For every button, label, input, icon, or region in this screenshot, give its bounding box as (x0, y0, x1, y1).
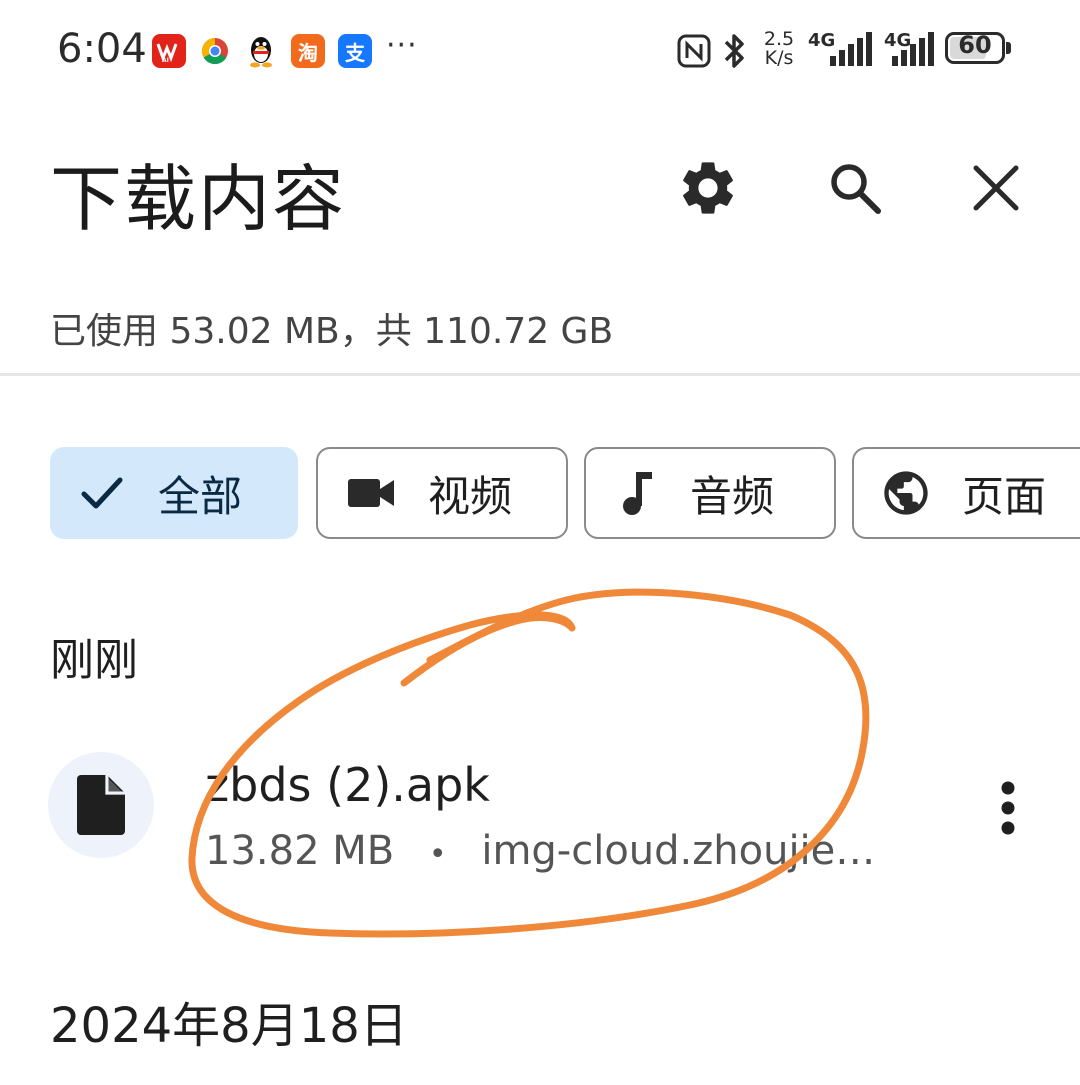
filter-chip-video[interactable]: 视频 (316, 447, 568, 539)
more-vert-icon (1001, 781, 1015, 835)
filter-chip-label: 视频 (428, 471, 513, 521)
status-time: 6:04 (57, 26, 147, 72)
sim1-label: 4G (808, 30, 836, 51)
net-speed-unit: K/s (764, 47, 794, 69)
meta-separator: • (428, 837, 447, 872)
download-file-name[interactable]: zbds (2).apk (205, 758, 490, 812)
signal-sim1: 4G (808, 30, 874, 74)
gear-icon (683, 162, 733, 214)
wps-icon: AI (152, 34, 186, 68)
file-icon (77, 775, 125, 835)
download-file-meta: 13.82 MB • img-cloud.zhoujie… (205, 828, 875, 874)
file-size: 13.82 MB (205, 828, 395, 874)
more-notifications-icon: ··· (386, 28, 418, 63)
file-source: img-cloud.zhoujie… (481, 828, 876, 874)
nfc-icon (677, 34, 711, 72)
videocam-icon (348, 479, 394, 507)
filter-chip-pages[interactable]: 页面 (852, 447, 1080, 539)
chrome-icon (198, 34, 232, 68)
search-button[interactable] (817, 150, 893, 226)
filter-chip-label: 页面 (962, 471, 1047, 521)
check-icon (81, 477, 123, 509)
globe-icon (884, 471, 928, 515)
signal-sim2: 4G (884, 30, 936, 74)
qq-penguin-icon (244, 34, 278, 68)
search-icon (831, 164, 881, 214)
section-header: 2024年8月18日 (50, 998, 408, 1054)
battery-icon: 60 (945, 31, 1015, 68)
page-title: 下载内容 (50, 157, 347, 241)
filter-chip-all[interactable]: 全部 (50, 447, 298, 539)
taobao-icon: 淘 (291, 34, 325, 68)
file-thumbnail[interactable] (48, 752, 154, 858)
filter-chip-label: 全部 (158, 471, 243, 521)
divider (0, 373, 1080, 376)
more-options-button[interactable] (984, 776, 1032, 840)
storage-usage: 已使用 53.02 MB，共 110.72 GB (50, 311, 614, 352)
svg-text:AI: AI (162, 57, 169, 62)
net-speed: 2.5 K/s (760, 30, 798, 68)
close-button[interactable] (958, 150, 1034, 226)
alipay-icon: 支 (338, 34, 372, 68)
music-note-icon (623, 472, 652, 515)
filter-chip-label: 音频 (690, 471, 775, 521)
section-header: 刚刚 (50, 635, 138, 686)
settings-button[interactable] (670, 150, 746, 226)
close-icon (973, 165, 1019, 211)
filter-chip-audio[interactable]: 音频 (584, 447, 836, 539)
battery-level: 60 (958, 31, 992, 59)
sim2-label: 4G (884, 30, 912, 51)
bluetooth-icon (722, 32, 748, 74)
